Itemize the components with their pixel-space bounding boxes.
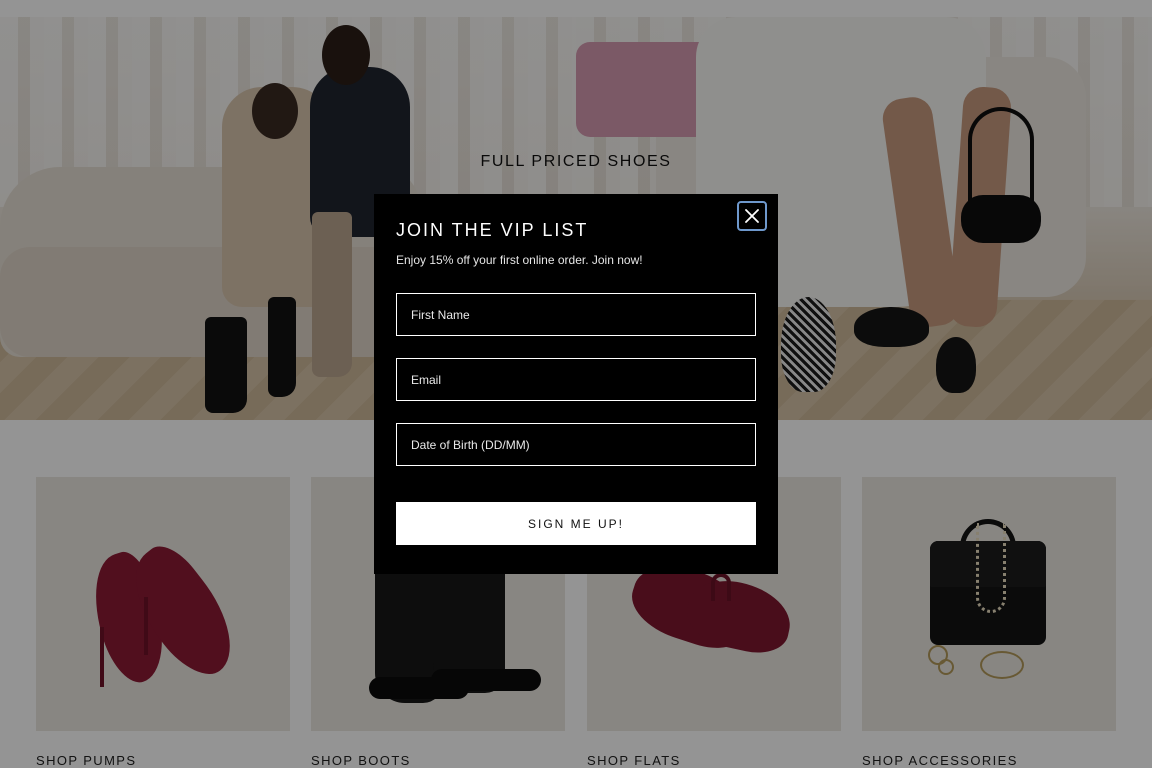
modal-subtitle: Enjoy 15% off your first online order. J… bbox=[396, 253, 643, 267]
close-icon bbox=[745, 209, 759, 223]
sign-up-button[interactable]: SIGN ME UP! bbox=[396, 502, 756, 545]
vip-signup-modal: JOIN THE VIP LIST Enjoy 15% off your fir… bbox=[374, 194, 778, 574]
modal-title: JOIN THE VIP LIST bbox=[396, 220, 589, 240]
email-input[interactable] bbox=[396, 358, 756, 401]
first-name-input[interactable] bbox=[396, 293, 756, 336]
page: FULL PRICED SHOES SHOP PUMPS SHOP BOOTS bbox=[0, 0, 1152, 768]
close-button[interactable] bbox=[737, 201, 767, 231]
dob-input[interactable] bbox=[396, 423, 756, 466]
